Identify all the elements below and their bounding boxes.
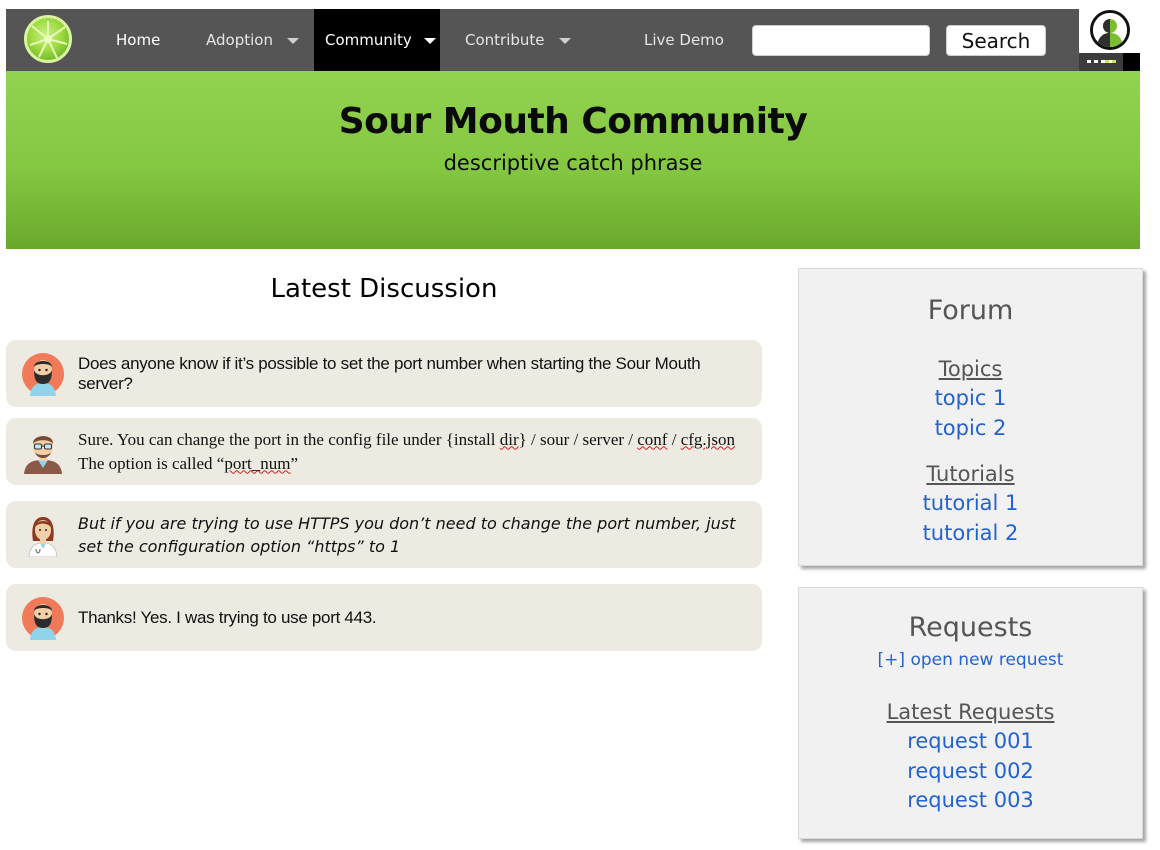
- tutorials-heading: Tutorials: [799, 462, 1142, 486]
- search-input[interactable]: [752, 25, 930, 56]
- message-text: But if you are trying to use HTTPS you d…: [78, 513, 736, 556]
- tutorial-link[interactable]: tutorial 2: [799, 521, 1142, 545]
- chevron-down-icon: [423, 38, 436, 44]
- tutorial-link[interactable]: tutorial 1: [799, 491, 1142, 515]
- lime-slice-icon[interactable]: [24, 15, 72, 63]
- topic-link[interactable]: topic 2: [799, 416, 1142, 440]
- page-title: Sour Mouth Community: [338, 101, 808, 142]
- search-button[interactable]: Search: [946, 25, 1046, 56]
- nav-home[interactable]: Home: [116, 9, 160, 71]
- nav-contribute[interactable]: Contribute: [465, 9, 571, 71]
- hero-banner: Sour Mouth Community descriptive catch p…: [6, 71, 1140, 249]
- message-text: Does anyone know if it’s possible to set…: [78, 353, 701, 393]
- profile-menu[interactable]: [1079, 9, 1140, 71]
- message-text: Thanks! Yes. I was trying to use port 44…: [78, 607, 377, 627]
- tutorials-heading-label: Tutorials: [926, 462, 1015, 486]
- profile-status-strip: [1079, 53, 1140, 71]
- nav-live-demo[interactable]: Live Demo: [644, 9, 724, 71]
- topic-link[interactable]: topic 1: [799, 386, 1142, 410]
- request-link[interactable]: request 002: [799, 759, 1142, 783]
- topics-heading-label: Topics: [938, 357, 1003, 381]
- message-text-part: port_num: [224, 453, 291, 473]
- message-text-part: dir: [499, 429, 519, 449]
- top-navbar: Home Adoption Community Contribute Live …: [6, 9, 1140, 71]
- nav-contribute-label: Contribute: [465, 31, 545, 49]
- message-text-part: conf: [637, 429, 668, 449]
- nav-adoption-label: Adoption: [206, 31, 273, 49]
- latest-requests-heading-label: Latest Requests: [886, 700, 1055, 724]
- message-text-part: cfg.json: [680, 429, 736, 449]
- requests-title: Requests: [908, 612, 1033, 643]
- topics-heading: Topics: [799, 357, 1142, 381]
- bearded-man-avatar-icon: [22, 596, 64, 640]
- latest-requests-heading: Latest Requests: [799, 700, 1142, 724]
- message-text-part: The option is called “: [78, 453, 225, 473]
- message-text-part: Sure. You can change the port in the con…: [78, 429, 500, 449]
- message-text-part: } / sour / server /: [518, 429, 638, 449]
- chevron-down-icon: [558, 38, 571, 44]
- hero-tagline: descriptive catch phrase: [443, 151, 703, 175]
- discussion-message[interactable]: But if you are trying to use HTTPS you d…: [6, 501, 762, 568]
- nav-live-demo-label: Live Demo: [644, 31, 724, 49]
- bearded-man-avatar-icon: [22, 352, 64, 396]
- discussion-message[interactable]: Thanks! Yes. I was trying to use port 44…: [6, 584, 762, 651]
- nav-home-label: Home: [116, 31, 161, 49]
- request-link[interactable]: request 003: [799, 788, 1142, 812]
- requests-panel: Requests [+] open new request Latest Req…: [798, 587, 1143, 839]
- forum-title: Forum: [927, 295, 1014, 326]
- nav-community[interactable]: Community: [314, 9, 440, 71]
- search-button-label: Search: [961, 28, 1031, 53]
- nav-community-label: Community: [325, 31, 412, 49]
- woman-doctor-avatar-icon: [22, 513, 64, 558]
- message-text-part: /: [667, 429, 681, 449]
- user-avatar-icon[interactable]: [1090, 10, 1130, 50]
- message-text-part: ”: [290, 453, 298, 473]
- request-link[interactable]: request 001: [799, 729, 1142, 753]
- open-new-request-link[interactable]: [+] open new request: [799, 650, 1142, 670]
- nav-adoption[interactable]: Adoption: [206, 9, 299, 71]
- discussion-message[interactable]: Sure. You can change the port in the con…: [6, 418, 762, 485]
- forum-panel: Forum Topics topic 1 topic 2 Tutorials t…: [798, 268, 1143, 566]
- latest-discussion-heading: Latest Discussion: [270, 274, 498, 304]
- discussion-message[interactable]: Does anyone know if it’s possible to set…: [6, 340, 762, 407]
- man-with-glasses-avatar-icon: [22, 430, 64, 474]
- chevron-down-icon: [286, 38, 299, 44]
- message-text: Sure. You can change the port in the con…: [78, 418, 746, 485]
